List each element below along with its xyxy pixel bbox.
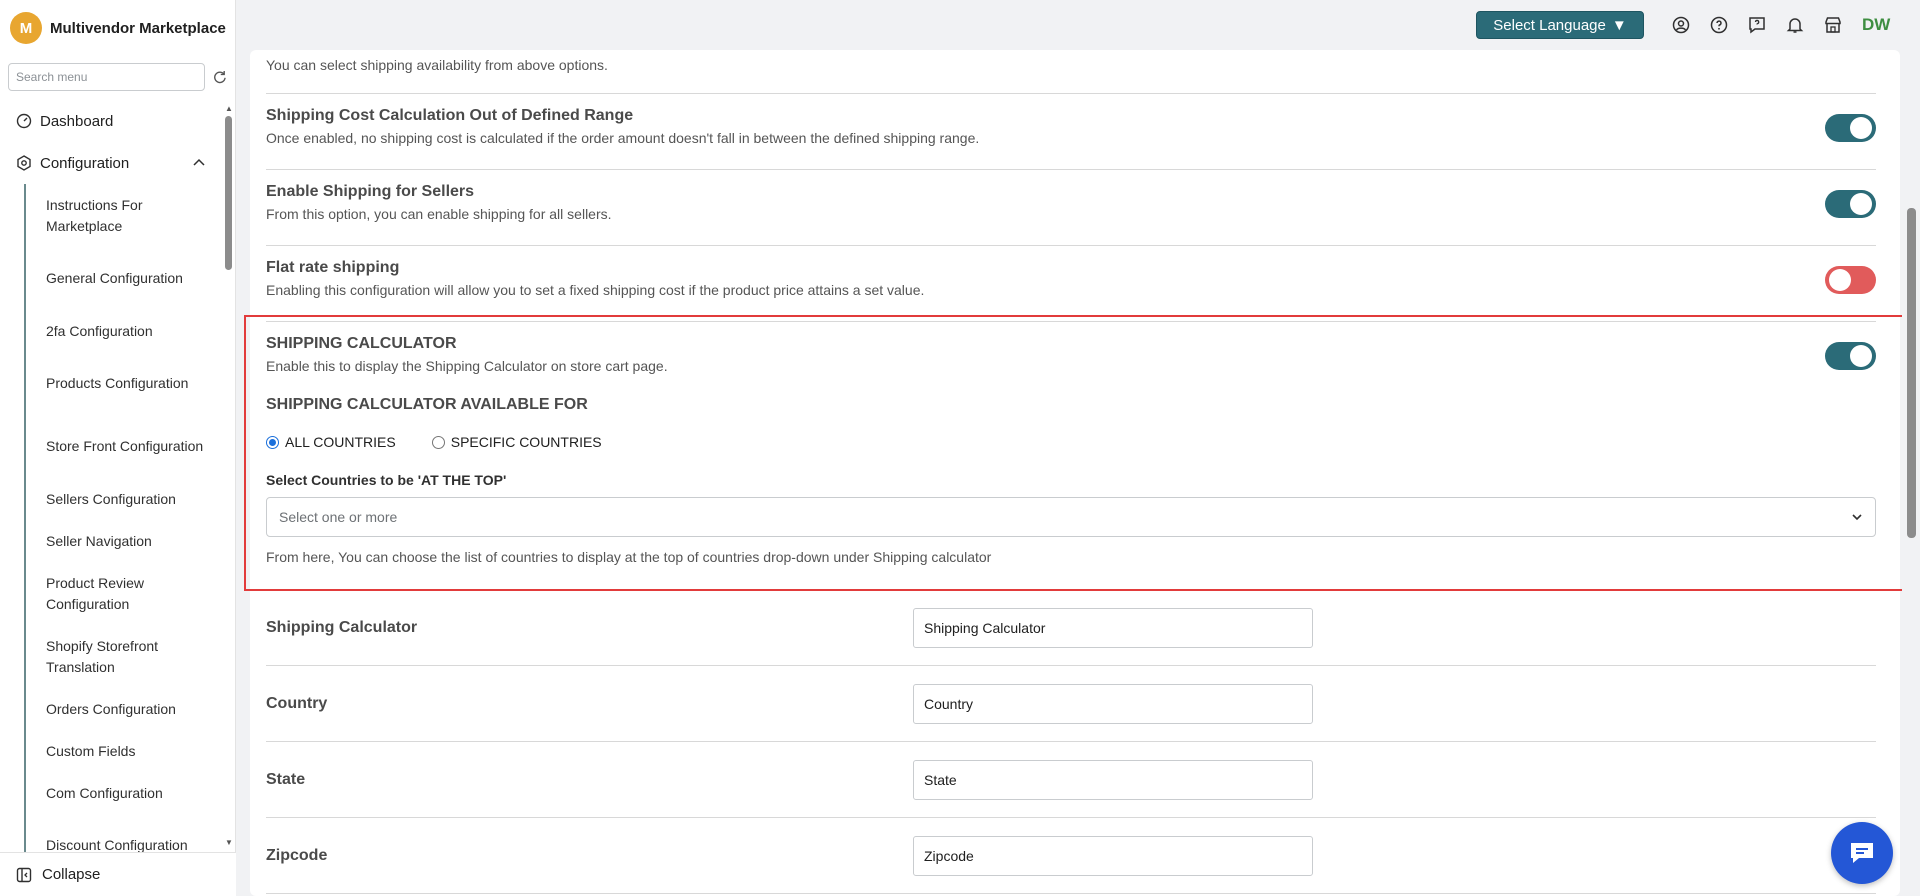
setting-title: Shipping Cost Calculation Out of Defined… [266, 107, 634, 124]
search-menu-input[interactable] [8, 63, 206, 91]
sidebar-subitem-orders-configuration[interactable]: Orders Configuration [26, 688, 224, 730]
field-row-country: Country [266, 666, 1876, 742]
collapse-button[interactable]: Collapse [0, 852, 236, 896]
toggle-knob [1850, 117, 1872, 139]
sidebar-subitem-shopify-storefront-translation[interactable]: Shopify Storefront Translation [26, 625, 224, 688]
chat-button[interactable] [1831, 822, 1893, 884]
availability-note: You can select shipping availability fro… [266, 57, 608, 73]
help-icon[interactable] [1709, 15, 1729, 35]
field-label: Zipcode [266, 846, 328, 864]
flat-rate-shipping-toggle[interactable] [1825, 266, 1876, 294]
setting-title: Flat rate shipping [266, 259, 400, 276]
scroll-up-icon[interactable]: ▲ [225, 104, 233, 113]
shipping-calculator-input[interactable] [913, 607, 1313, 648]
toggle-knob [1850, 193, 1872, 215]
user-icon[interactable] [1671, 15, 1691, 35]
sidebar-subitem-custom-fields[interactable]: Custom Fields [26, 730, 224, 772]
sidebar-subitem-seller-navigation[interactable]: Seller Navigation [26, 520, 224, 562]
sidebar-subitem-instructions[interactable]: Instructions For Marketplace [26, 184, 224, 247]
select-language-button[interactable]: Select Language ▼ [1476, 11, 1644, 39]
brand: M Multivendor Marketplace [0, 0, 235, 56]
setting-title: Enable Shipping for Sellers [266, 183, 475, 200]
chevron-up-icon[interactable] [192, 156, 206, 170]
user-initials[interactable]: DW [1862, 15, 1892, 35]
field-label: Shipping Calculator [266, 618, 418, 636]
sidebar-subitem-2fa-configuration[interactable]: 2fa Configuration [26, 310, 224, 352]
support-chat-icon[interactable] [1747, 15, 1767, 35]
page-scrollbar[interactable] [1902, 0, 1920, 896]
sidebar-subitem-product-review-configuration[interactable]: Product Review Configuration [26, 562, 224, 625]
setting-row: Enable Shipping for Sellers From this op… [266, 170, 1876, 246]
sidebar-item-label: Configuration [40, 154, 130, 172]
sidebar-subitem-products-configuration[interactable]: Products Configuration [26, 352, 224, 415]
configuration-submenu: Instructions For Marketplace General Con… [24, 184, 224, 852]
brand-logo: M [10, 12, 42, 44]
sidebar-item-dashboard[interactable]: Dashboard [0, 100, 224, 142]
field-row-shipping-calculator: Shipping Calculator [266, 590, 1876, 666]
setting-description: Once enabled, no shipping cost is calcul… [266, 130, 980, 146]
country-input[interactable] [913, 683, 1313, 724]
shipping-out-of-range-toggle[interactable] [1825, 114, 1876, 142]
sidebar-subitem-com-configuration[interactable]: Com Configuration [26, 772, 224, 814]
select-language-label: Select Language [1493, 16, 1606, 34]
top-bar: Select Language ▼ DW [237, 0, 1902, 50]
state-input[interactable] [913, 759, 1313, 800]
menu-search [0, 62, 235, 92]
field-label: Country [266, 694, 328, 712]
collapse-icon [16, 867, 32, 882]
bell-icon[interactable] [1785, 15, 1805, 35]
sidebar-subitem-sellers-configuration[interactable]: Sellers Configuration [26, 478, 224, 520]
caret-down-icon: ▼ [1611, 16, 1627, 34]
brand-name: Multivendor Marketplace [50, 19, 226, 37]
scroll-down-icon[interactable]: ▼ [225, 838, 233, 847]
field-row-state: State [266, 742, 1876, 818]
enable-shipping-sellers-toggle[interactable] [1825, 190, 1876, 218]
highlight-box [244, 315, 1904, 591]
availability-note-row: You can select shipping availability fro… [266, 50, 1876, 94]
setting-row: Flat rate shipping Enabling this configu… [266, 246, 1876, 322]
setting-row: Shipping Cost Calculation Out of Defined… [266, 94, 1876, 170]
zipcode-input[interactable] [913, 835, 1313, 876]
chat-icon [1851, 843, 1873, 863]
store-icon[interactable] [1823, 15, 1843, 35]
page-scrollbar-thumb[interactable] [1907, 208, 1916, 538]
dashboard-icon [16, 113, 32, 129]
gear-icon [17, 155, 31, 171]
field-label: State [266, 770, 306, 788]
toggle-knob [1829, 269, 1851, 291]
sidebar-item-configuration[interactable]: Configuration [0, 142, 224, 184]
sidebar-subitem-discount-configuration[interactable]: Discount Configuration [26, 814, 224, 852]
sidebar-menu: Dashboard Configuration Instructions For… [0, 100, 224, 852]
collapse-label: Collapse [42, 866, 101, 883]
setting-description: From this option, you can enable shippin… [266, 206, 612, 222]
refresh-icon[interactable] [213, 70, 227, 84]
field-row-zipcode: Zipcode [266, 818, 1876, 894]
sidebar-scrollbar[interactable] [225, 116, 232, 270]
setting-description: Enabling this configuration will allow y… [266, 282, 925, 298]
sidebar: M Multivendor Marketplace Dashboard Conf… [0, 0, 236, 896]
sidebar-subitem-general-configuration[interactable]: General Configuration [26, 247, 224, 310]
sidebar-subitem-store-front-configuration[interactable]: Store Front Configuration [26, 415, 224, 478]
sidebar-item-label: Dashboard [40, 112, 114, 130]
